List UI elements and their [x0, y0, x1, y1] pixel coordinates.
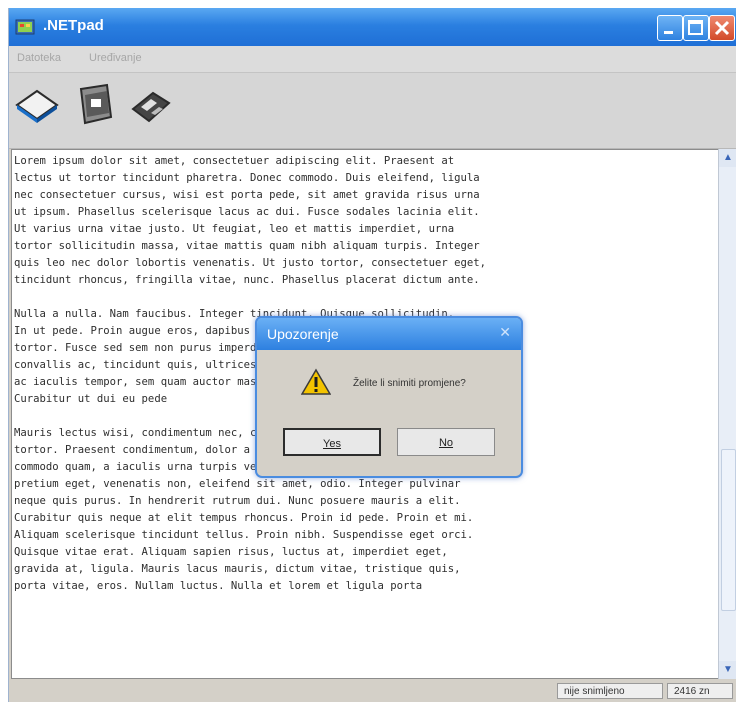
- open-file-icon[interactable]: [71, 83, 119, 127]
- window-title: .NETpad: [43, 17, 104, 34]
- yes-button[interactable]: Yes: [283, 428, 381, 456]
- menu-file[interactable]: Datoteka: [17, 52, 61, 64]
- toolbar: [9, 73, 736, 149]
- save-file-icon[interactable]: [127, 83, 175, 127]
- dialog-title-bar[interactable]: Upozorenje ✕: [257, 318, 521, 350]
- scroll-thumb[interactable]: [721, 449, 736, 611]
- app-icon: [15, 19, 35, 35]
- title-bar[interactable]: .NETpad: [9, 8, 736, 46]
- dialog-close-icon[interactable]: ✕: [499, 324, 511, 341]
- scroll-down-button[interactable]: ▼: [719, 661, 736, 679]
- chevron-up-icon: ▲: [723, 152, 733, 163]
- status-bar: nije snimljeno 2416 zn: [9, 680, 736, 702]
- minimize-button[interactable]: [657, 15, 683, 41]
- minimize-icon: [664, 31, 673, 34]
- close-icon: [714, 20, 730, 36]
- menu-bar: Datoteka Uređivanje: [9, 46, 736, 73]
- no-button[interactable]: No: [397, 428, 495, 456]
- maximize-icon: [688, 20, 703, 35]
- scroll-up-button[interactable]: ▲: [719, 149, 736, 167]
- close-button[interactable]: [709, 15, 735, 41]
- chevron-down-icon: ▼: [723, 664, 733, 675]
- maximize-button[interactable]: [683, 15, 709, 41]
- yes-button-label: Yes: [323, 438, 341, 450]
- dialog-title: Upozorenje: [267, 326, 339, 342]
- save-status: nije snimljeno: [557, 683, 663, 699]
- dialog-message: Želite li snimiti promjene?: [353, 378, 466, 389]
- menu-edit[interactable]: Uređivanje: [89, 52, 142, 64]
- vertical-scrollbar[interactable]: ▲ ▼: [718, 149, 736, 679]
- app-window: .NETpad Datoteka Uređivanje Lorem ipsum …: [8, 8, 736, 702]
- warning-icon: [301, 368, 331, 395]
- new-file-icon[interactable]: [13, 83, 61, 127]
- no-button-label: No: [438, 437, 454, 449]
- warning-dialog: Upozorenje ✕ Želite li snimiti promjene?…: [255, 316, 523, 478]
- char-count: 2416 zn: [667, 683, 733, 699]
